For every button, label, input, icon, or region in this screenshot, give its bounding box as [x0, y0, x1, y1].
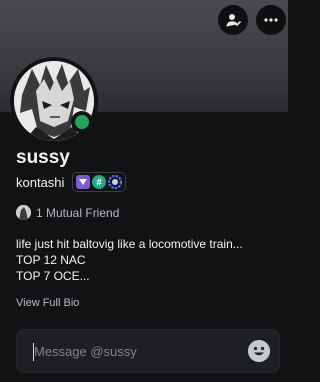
svg-text:#: #	[97, 178, 103, 189]
mutual-friend-avatar	[16, 205, 31, 220]
mutual-friends[interactable]: 1 Mutual Friend	[16, 205, 119, 220]
mutual-friends-label: 1 Mutual Friend	[36, 205, 120, 220]
nitro-badge-icon[interactable]	[76, 175, 91, 189]
username[interactable]: kontashi	[16, 175, 64, 190]
message-box	[16, 329, 280, 373]
bio-line: TOP 7 OCE...	[16, 269, 90, 283]
smiley-icon	[248, 340, 270, 362]
more-icon	[264, 18, 278, 22]
message-input[interactable]	[34, 330, 234, 372]
view-full-bio-link[interactable]: View Full Bio	[16, 297, 79, 309]
bio: life just hit baltovig like a locomotive…	[16, 236, 278, 284]
emoji-button[interactable]	[248, 340, 270, 362]
status-indicator	[71, 111, 93, 133]
bio-line: life just hit baltovig like a locomotive…	[16, 237, 243, 251]
badge-list: #	[72, 172, 127, 192]
person-add-icon	[226, 14, 241, 27]
display-name: sussy	[16, 147, 70, 168]
hypesquad-badge-icon[interactable]: #	[92, 175, 107, 189]
more-button[interactable]	[256, 5, 286, 35]
quest-badge-icon[interactable]	[108, 175, 123, 189]
bio-line: TOP 12 NAC	[16, 253, 86, 267]
online-status-dot	[75, 115, 89, 129]
username-row: kontashi #	[16, 172, 127, 192]
add-friend-button[interactable]	[218, 5, 248, 35]
